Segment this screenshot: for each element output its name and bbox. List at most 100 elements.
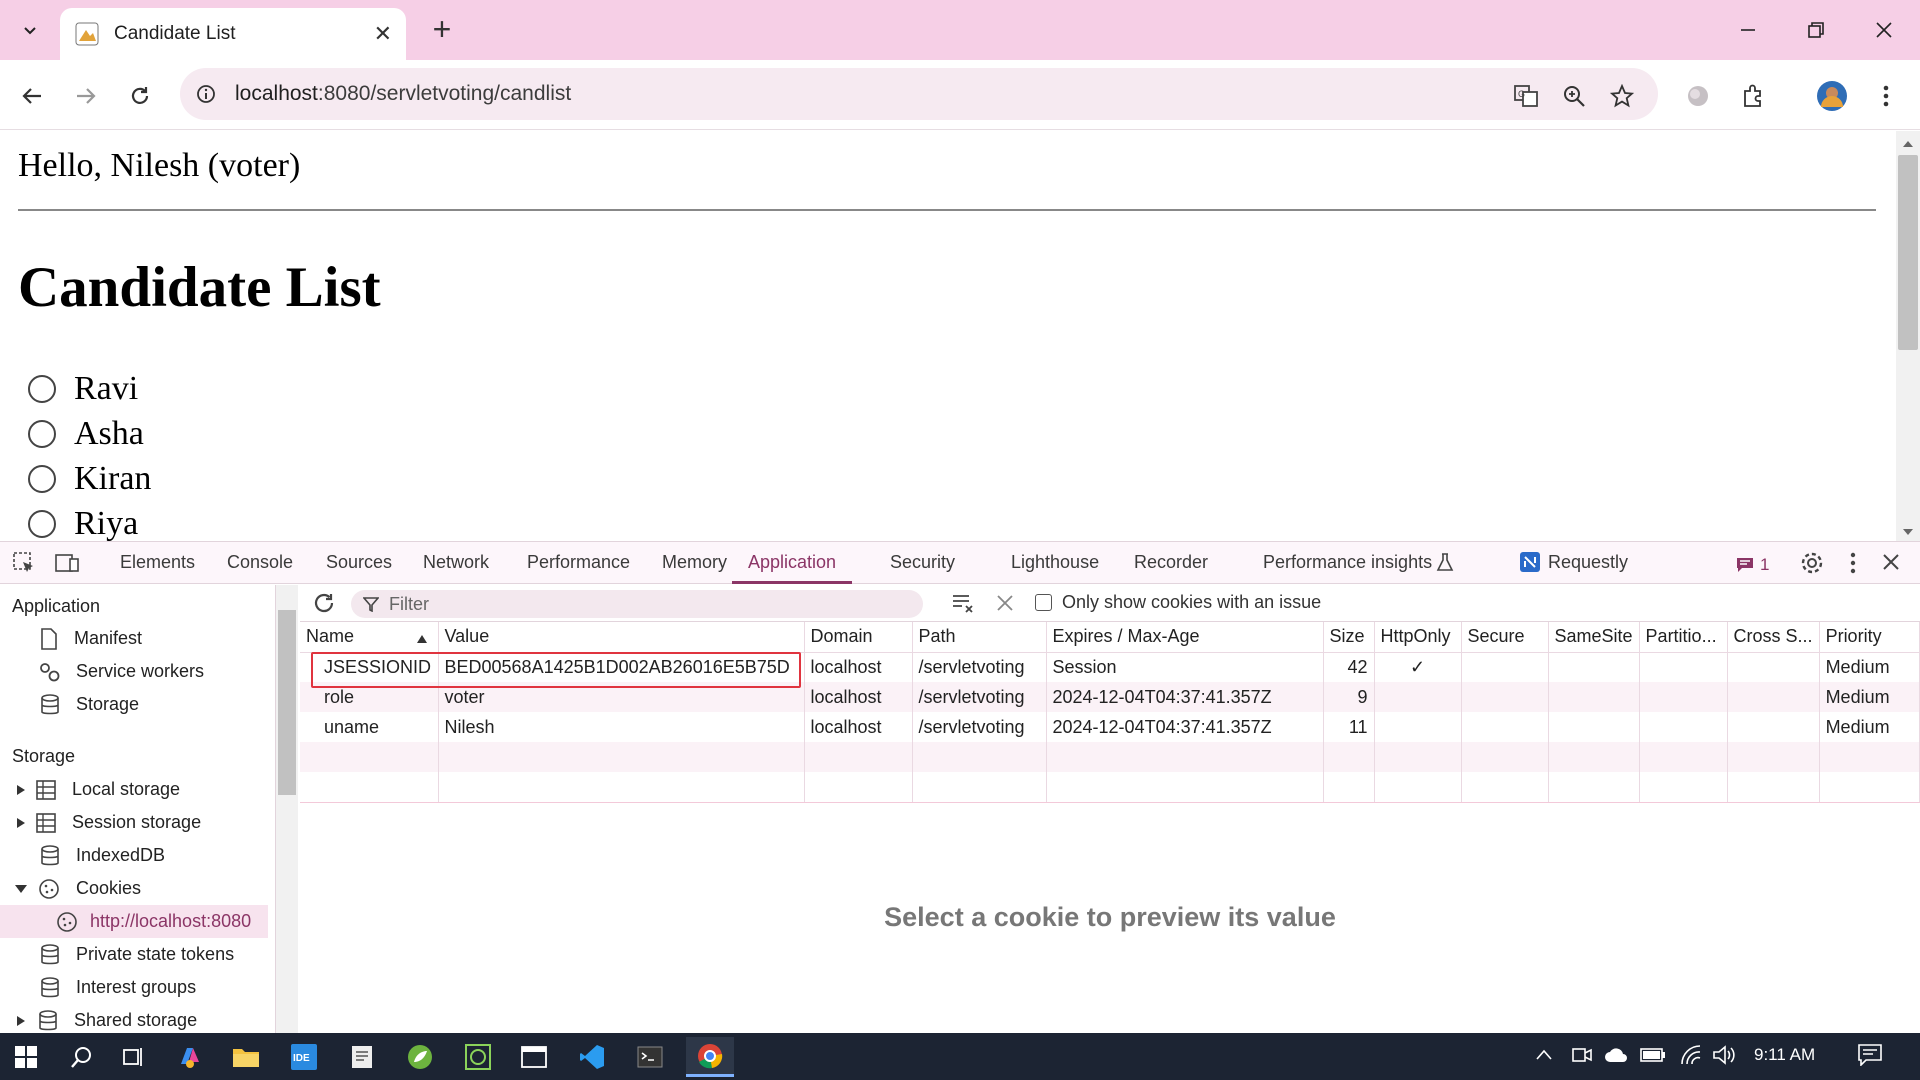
sidebar-scrollbar-thumb[interactable] <box>278 610 296 795</box>
devtools-close-button[interactable] <box>1882 553 1900 576</box>
issues-badge[interactable]: 1 <box>1736 555 1769 575</box>
meet-now-icon[interactable] <box>1572 1046 1592 1069</box>
extension-button[interactable] <box>1680 78 1716 114</box>
volume-icon[interactable] <box>1712 1045 1736 1070</box>
notepad-app[interactable] <box>342 1037 382 1077</box>
ide-app[interactable]: IDE <box>284 1037 324 1077</box>
table-row[interactable]: uname Nilesh localhost /servletvoting 20… <box>300 712 1920 742</box>
sidebar-item-session-storage[interactable]: Session storage <box>0 806 268 839</box>
expand-arrow-icon[interactable] <box>16 784 26 796</box>
tab-application[interactable]: Application <box>732 541 853 584</box>
tab-recorder[interactable]: Recorder <box>1134 541 1208 584</box>
column-header-secure[interactable]: Secure <box>1461 622 1549 653</box>
sidebar-item-storage[interactable]: Storage <box>0 688 268 721</box>
expand-arrow-icon[interactable] <box>16 817 26 829</box>
search-button[interactable] <box>62 1037 102 1077</box>
candidate-option[interactable]: Asha <box>28 411 144 456</box>
column-header-domain[interactable]: Domain <box>804 622 913 653</box>
spring-tool-app[interactable] <box>400 1037 440 1077</box>
radio-button[interactable] <box>28 464 56 493</box>
sidebar-item-service-workers[interactable]: Service workers <box>0 655 268 688</box>
column-header-size[interactable]: Size <box>1323 622 1375 653</box>
sidebar-item-interest-groups[interactable]: Interest groups <box>0 971 268 1004</box>
new-tab-button[interactable]: + <box>424 12 460 48</box>
refresh-cookies-button[interactable] <box>312 591 336 620</box>
close-window-button[interactable] <box>1856 10 1912 50</box>
candidate-option[interactable]: Riya <box>28 501 138 541</box>
expand-arrow-icon[interactable] <box>16 1015 26 1027</box>
clear-all-cookies-button[interactable] <box>952 592 976 619</box>
tab-sources[interactable]: Sources <box>326 541 392 584</box>
browser-menu-button[interactable] <box>1868 78 1904 114</box>
radio-button[interactable] <box>28 374 56 403</box>
column-header-partition[interactable]: Partitio... <box>1639 622 1728 653</box>
tab-search-button[interactable] <box>14 14 46 46</box>
only-issues-checkbox-row[interactable]: Only show cookies with an issue <box>1035 592 1321 613</box>
sidebar-item-indexeddb[interactable]: IndexedDB <box>0 839 268 872</box>
devtools-settings-button[interactable] <box>1800 551 1824 580</box>
inspect-element-icon[interactable] <box>12 551 36 580</box>
url-text[interactable]: localhost:8080/servletvoting/candlist <box>235 82 571 106</box>
column-header-expires[interactable]: Expires / Max-Age <box>1046 622 1324 653</box>
column-header-httponly[interactable]: HttpOnly <box>1374 622 1462 653</box>
vscode-app[interactable] <box>572 1037 612 1077</box>
column-header-samesite[interactable]: SameSite <box>1548 622 1640 653</box>
clock-time[interactable]: 9:11 AM <box>1754 1045 1815 1065</box>
restore-button[interactable] <box>1788 10 1844 50</box>
column-header-path[interactable]: Path <box>912 622 1047 653</box>
copilot-app[interactable] <box>170 1037 210 1077</box>
tab-security[interactable]: Security <box>890 541 955 584</box>
tab-memory[interactable]: Memory <box>662 541 727 584</box>
sidebar-item-private-state-tokens[interactable]: Private state tokens <box>0 938 268 971</box>
forward-button[interactable] <box>68 78 104 114</box>
translate-button[interactable]: G <box>1508 78 1544 114</box>
scroll-down-icon[interactable] <box>1902 524 1914 542</box>
chrome-app[interactable] <box>686 1037 734 1077</box>
wifi-icon[interactable] <box>1680 1045 1702 1070</box>
window-app[interactable] <box>514 1037 554 1077</box>
delete-selected-button[interactable] <box>996 594 1014 617</box>
radio-button[interactable] <box>28 419 56 448</box>
start-button[interactable] <box>6 1037 46 1077</box>
devtools-menu-button[interactable] <box>1849 551 1857 580</box>
show-hidden-icons-chevron-icon[interactable] <box>1536 1048 1552 1066</box>
candidate-option[interactable]: Ravi <box>28 366 138 411</box>
radio-button[interactable] <box>28 509 56 538</box>
sidebar-item-manifest[interactable]: Manifest <box>0 622 268 655</box>
extensions-menu-button[interactable] <box>1736 78 1772 114</box>
notifications-icon[interactable] <box>1858 1044 1882 1071</box>
only-issues-checkbox[interactable] <box>1035 594 1052 611</box>
back-button[interactable] <box>14 78 50 114</box>
tab-network[interactable]: Network <box>423 541 489 584</box>
collapse-arrow-icon[interactable] <box>14 883 28 895</box>
site-info-icon[interactable] <box>196 84 216 109</box>
onedrive-cloud-icon[interactable] <box>1604 1047 1630 1068</box>
tab-performance[interactable]: Performance <box>527 541 630 584</box>
reload-button[interactable] <box>122 78 158 114</box>
terminal-app[interactable] <box>630 1037 670 1077</box>
file-explorer-app[interactable] <box>226 1037 266 1077</box>
tab-close-icon[interactable]: ✕ <box>374 21 392 47</box>
tab-requestly[interactable]: Requestly <box>1548 541 1628 584</box>
profile-avatar[interactable] <box>1814 78 1850 114</box>
tab-performance-insights[interactable]: Performance insights <box>1263 541 1432 584</box>
tab-lighthouse[interactable]: Lighthouse <box>1011 541 1099 584</box>
column-header-cross-site[interactable]: Cross S... <box>1727 622 1820 653</box>
page-scrollbar-thumb[interactable] <box>1898 155 1918 350</box>
battery-icon[interactable] <box>1640 1047 1666 1068</box>
candidate-option[interactable]: Kiran <box>28 456 151 501</box>
tab-console[interactable]: Console <box>227 541 293 584</box>
minimize-button[interactable] <box>1720 10 1776 50</box>
device-toolbar-icon[interactable] <box>54 551 80 580</box>
column-header-value[interactable]: Value <box>438 622 805 653</box>
zoom-button[interactable] <box>1556 78 1592 114</box>
sidebar-item-local-storage[interactable]: Local storage <box>0 773 268 806</box>
cookie-filter-input[interactable]: Filter <box>351 590 923 618</box>
column-header-name[interactable]: Name <box>300 622 439 653</box>
sidebar-item-cookie-origin[interactable]: http://localhost:8080 <box>0 905 268 938</box>
bookmark-button[interactable] <box>1604 78 1640 114</box>
scroll-up-icon[interactable] <box>1902 136 1914 154</box>
tab-elements[interactable]: Elements <box>120 541 195 584</box>
browser-tab[interactable]: Candidate List ✕ <box>60 8 406 60</box>
column-header-priority[interactable]: Priority <box>1819 622 1920 653</box>
